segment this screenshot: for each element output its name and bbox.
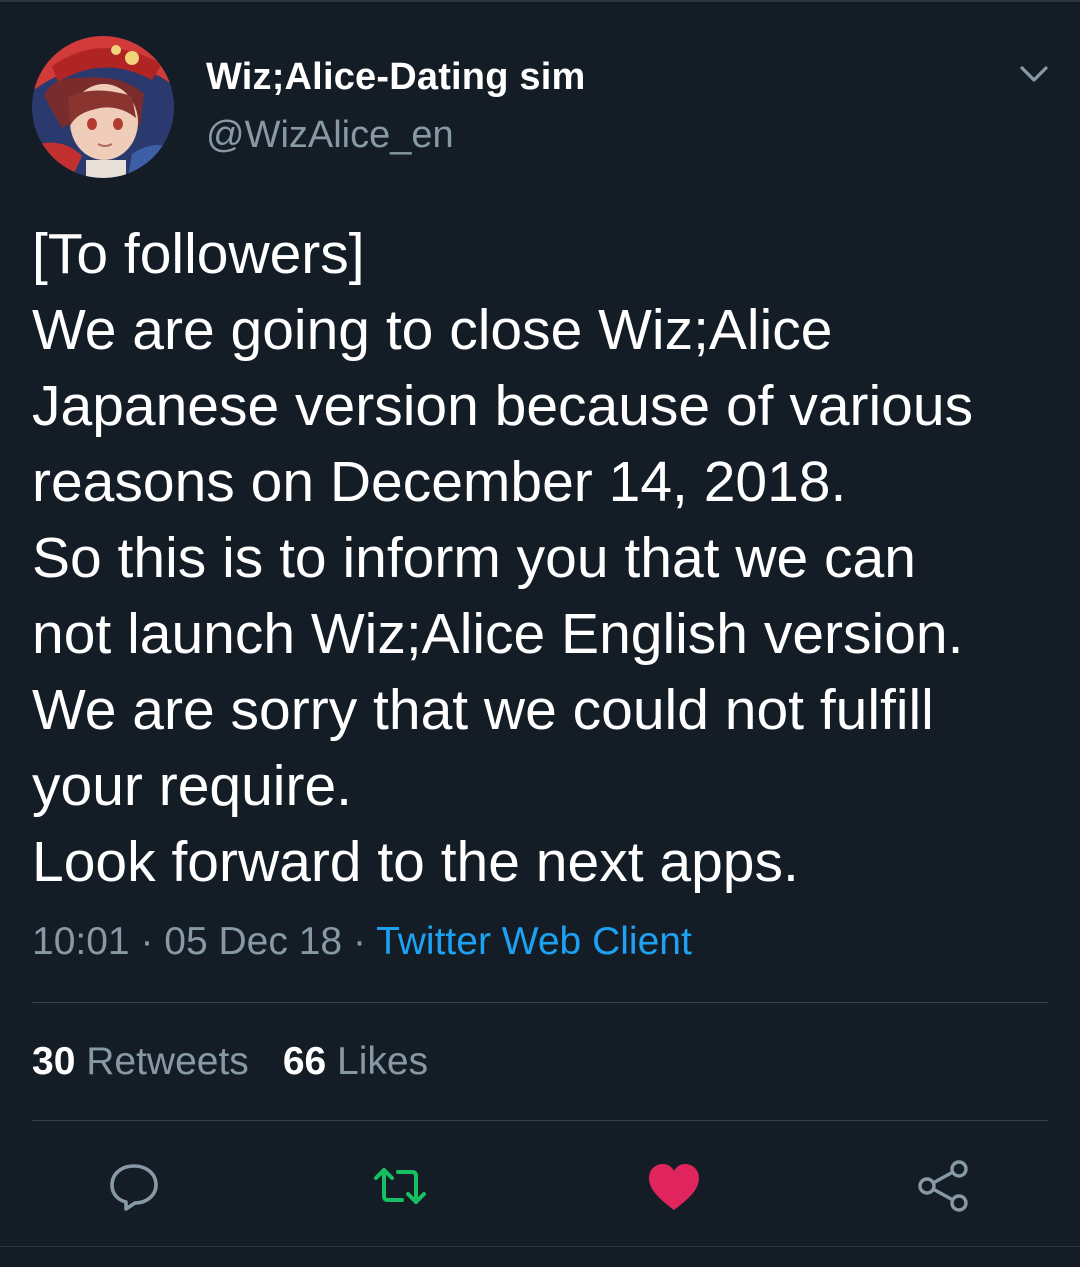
share-icon[interactable]: [914, 1156, 974, 1216]
avatar[interactable]: [32, 36, 174, 178]
tweet-meta: 10:01 · 05 Dec 18 · Twitter Web Client: [32, 920, 692, 964]
reply-icon[interactable]: [104, 1156, 164, 1216]
tweet-text-line: We are going to close Wiz;Alice: [32, 298, 833, 362]
tweet-text-line: We are sorry that we could not fulfill: [32, 678, 934, 742]
meta-separator: ·: [140, 920, 154, 963]
tweet-text-line: Japanese version because of various: [32, 374, 974, 438]
tweet-text: [To followers] We are going to close Wiz…: [32, 216, 1042, 900]
meta-separator: ·: [352, 920, 366, 963]
tweet-text-line: your require.: [32, 754, 352, 818]
retweets-count: 30: [32, 1040, 76, 1083]
retweets-stat[interactable]: 30 Retweets: [32, 1040, 249, 1083]
tweet-text-line: not launch Wiz;Alice English version.: [32, 602, 964, 666]
bottom-divider: [0, 1246, 1080, 1247]
chevron-down-icon[interactable]: [1014, 58, 1054, 90]
author-display-name[interactable]: Wiz;Alice-Dating sim: [206, 56, 585, 99]
retweets-label: Retweets: [86, 1040, 249, 1083]
tweet-text-line: reasons on December 14, 2018.: [32, 450, 847, 514]
likes-label: Likes: [337, 1040, 429, 1083]
tweet-card: Wiz;Alice-Dating sim @WizAlice_en [To fo…: [0, 0, 1080, 1267]
tweet-text-line: Look forward to the next apps.: [32, 830, 799, 894]
heart-icon[interactable]: [644, 1156, 704, 1216]
likes-stat[interactable]: 66 Likes: [283, 1040, 428, 1083]
tweet-date: 05 Dec 18: [164, 920, 343, 963]
tweet-time: 10:01: [32, 920, 130, 963]
tweet-source-link[interactable]: Twitter Web Client: [376, 920, 692, 963]
tweet-stats: 30 Retweets 66 Likes: [32, 1040, 428, 1084]
likes-count: 66: [282, 1040, 327, 1083]
divider: [32, 1002, 1048, 1003]
retweet-icon[interactable]: [370, 1156, 430, 1216]
tweet-text-line: [To followers]: [32, 222, 365, 286]
tweet-text-line: So this is to inform you that we can: [32, 526, 916, 590]
divider: [32, 1120, 1048, 1121]
avatar-image: [32, 36, 174, 178]
author-handle[interactable]: @WizAlice_en: [206, 114, 454, 157]
